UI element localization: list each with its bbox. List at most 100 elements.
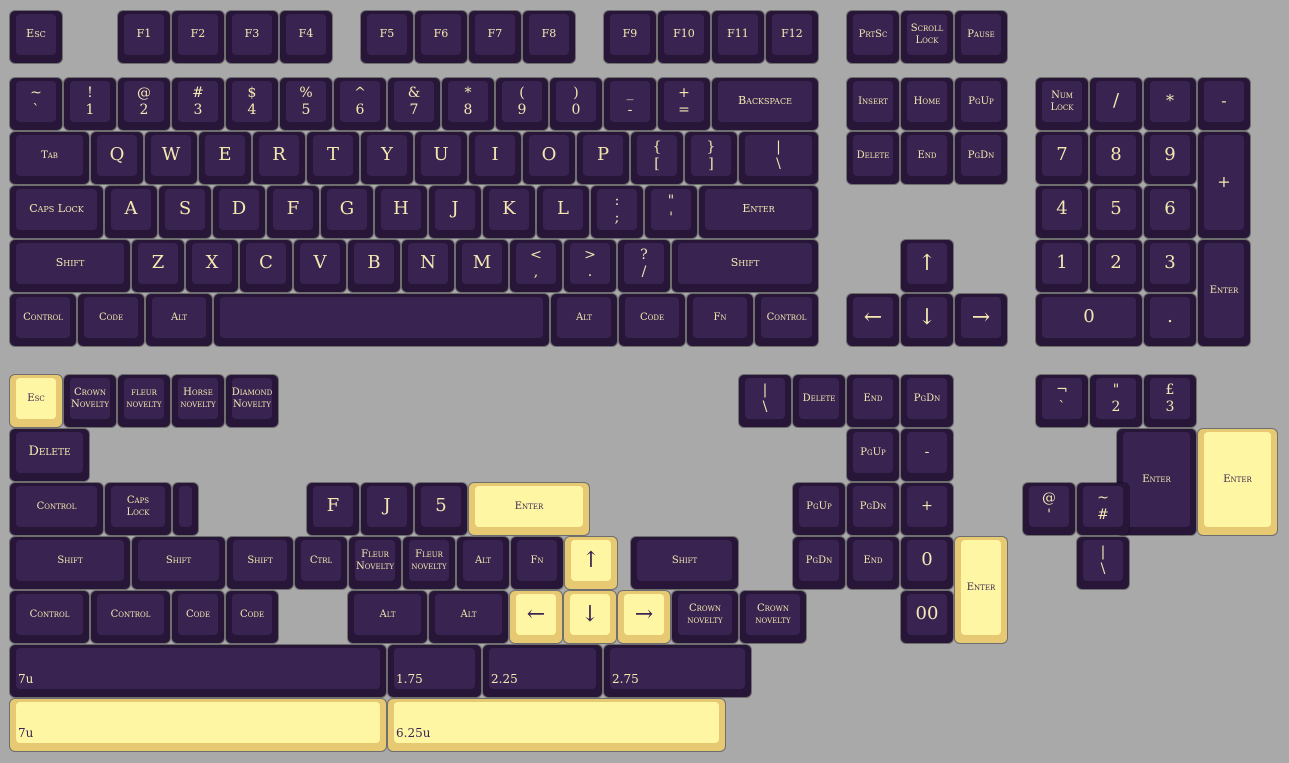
key-x-fleur-2[interactable]: Fleur Novelty [349, 537, 401, 589]
key-x-pgdn-2[interactable]: PgDn [847, 483, 899, 535]
key-kp-plus[interactable]: + [1198, 132, 1250, 238]
key-x-pgup-2[interactable]: PgUp [793, 483, 845, 535]
key-x-delete-wide[interactable]: Delete [10, 429, 89, 481]
key-lcode[interactable]: Code [78, 294, 144, 346]
key-x-delete-1[interactable]: Delete [793, 375, 845, 427]
key-x-space-7u-cream[interactable]: 7u [10, 699, 386, 751]
key-f11[interactable]: F11 [712, 11, 764, 63]
key-x-ctrl[interactable]: Ctrl [295, 537, 347, 589]
key-kp-star[interactable]: * [1144, 78, 1196, 130]
key-p[interactable]: P [577, 132, 629, 184]
key-x-diamond-1[interactable]: Diamond Novelty [226, 375, 278, 427]
key-x-minus-1[interactable]: - [901, 429, 953, 481]
key-insert[interactable]: Insert [847, 78, 899, 130]
key-3[interactable]: #3 [172, 78, 224, 130]
key-lbrace[interactable]: {[ [631, 132, 683, 184]
key-kp-8[interactable]: 8 [1090, 132, 1142, 184]
key-x-pgdn-3[interactable]: PgDn [793, 537, 845, 589]
key-semicolon[interactable]: :; [591, 186, 643, 238]
key-tab[interactable]: Tab [10, 132, 89, 184]
key-grave[interactable]: ~ ` [10, 78, 62, 130]
key-x-shift-1[interactable]: Shift [10, 537, 130, 589]
key-1[interactable]: ! 1 [64, 78, 116, 130]
key-kp-7[interactable]: 7 [1036, 132, 1088, 184]
key-x-space-175[interactable]: 1.75 [388, 645, 481, 697]
key-kp-slash[interactable]: / [1090, 78, 1142, 130]
key-6[interactable]: ^ 6 [334, 78, 386, 130]
key-4[interactable]: $4 [226, 78, 278, 130]
key-kp-3[interactable]: 3 [1144, 240, 1196, 292]
key-f5[interactable]: F5 [361, 11, 413, 63]
key-x-at[interactable]: @ ' [1023, 483, 1075, 535]
key-x-fleur-3[interactable]: Fleur novelty [403, 537, 455, 589]
key-arrow-down[interactable]: ↓ [901, 294, 953, 346]
key-arrow-left[interactable]: ← [847, 294, 899, 346]
key-kp-4[interactable]: 4 [1036, 186, 1088, 238]
key-x-fn[interactable]: Fn [511, 537, 563, 589]
key-rbrace[interactable]: }] [685, 132, 737, 184]
key-x-esc[interactable]: Esc [10, 375, 62, 427]
key-x-shift-3[interactable]: Shift [227, 537, 293, 589]
key-comma[interactable]: <, [510, 240, 562, 292]
key-f4[interactable]: F4 [280, 11, 332, 63]
key-x-arrow-down[interactable]: ↓ [564, 591, 616, 643]
key-x-j[interactable]: J [361, 483, 413, 535]
key-kp-0[interactable]: 0 [1036, 294, 1142, 346]
key-arrow-up[interactable]: ↑ [901, 240, 953, 292]
key-space[interactable] [214, 294, 549, 346]
key-quote[interactable]: " ' [645, 186, 697, 238]
key-x-enter-tall-cream[interactable]: Enter [955, 537, 1007, 643]
key-x-alt-1[interactable]: Alt [457, 537, 509, 589]
key-equals[interactable]: + = [658, 78, 710, 130]
key-ralt[interactable]: Alt [551, 294, 617, 346]
key-y[interactable]: Y [361, 132, 413, 184]
key-s[interactable]: S [159, 186, 211, 238]
key-caps-lock[interactable]: Caps Lock [10, 186, 103, 238]
key-x-not[interactable]: ¬ ` [1036, 375, 1088, 427]
key-rcode[interactable]: Code [619, 294, 685, 346]
key-f6[interactable]: F6 [415, 11, 467, 63]
key-u[interactable]: U [415, 132, 467, 184]
key-x-enter-cream[interactable]: Enter [469, 483, 589, 535]
key-f12[interactable]: F12 [766, 11, 818, 63]
key-c[interactable]: C [240, 240, 292, 292]
key-kp-1[interactable]: 1 [1036, 240, 1088, 292]
key-arrow-right[interactable]: → [955, 294, 1007, 346]
key-x-horse-1[interactable]: Horse novelty [172, 375, 224, 427]
key-f2[interactable]: F2 [172, 11, 224, 63]
key-0[interactable]: ) 0 [550, 78, 602, 130]
key-h[interactable]: H [375, 186, 427, 238]
key-pause[interactable]: Pause [955, 11, 1007, 63]
key-x-pgup-1[interactable]: PgUp [847, 429, 899, 481]
key-x-end-1[interactable]: End [847, 375, 899, 427]
key-f8[interactable]: F8 [523, 11, 575, 63]
key-w[interactable]: W [145, 132, 197, 184]
key-x-0[interactable]: 0 [901, 537, 953, 589]
key-kp-2[interactable]: 2 [1090, 240, 1142, 292]
key-minus[interactable]: _ - [604, 78, 656, 130]
key-x[interactable]: X [186, 240, 238, 292]
key-backspace[interactable]: Backspace [712, 78, 818, 130]
key-rshift[interactable]: Shift [672, 240, 818, 292]
key-kp-9[interactable]: 9 [1144, 132, 1196, 184]
key-l[interactable]: L [537, 186, 589, 238]
key-esc[interactable]: Esc [10, 11, 62, 63]
key-d[interactable]: D [213, 186, 265, 238]
key-kp-6[interactable]: 6 [1144, 186, 1196, 238]
key-x-space-7u-dark[interactable]: 7u [10, 645, 386, 697]
key-f10[interactable]: F10 [658, 11, 710, 63]
key-x-plus-1[interactable]: + [901, 483, 953, 535]
key-b[interactable]: B [348, 240, 400, 292]
key-lcontrol[interactable]: Control [10, 294, 76, 346]
key-lshift[interactable]: Shift [10, 240, 130, 292]
key-i[interactable]: I [469, 132, 521, 184]
key-x-control-1[interactable]: Control [10, 483, 103, 535]
key-x-shift-2[interactable]: Shift [132, 537, 225, 589]
key-n[interactable]: N [402, 240, 454, 292]
key-x-pgdn-1[interactable]: PgDn [901, 375, 953, 427]
key-home[interactable]: Home [901, 78, 953, 130]
key-x-00[interactable]: 00 [901, 591, 953, 643]
key-x-arrow-up[interactable]: ↑ [565, 537, 617, 589]
key-x-alt-2[interactable]: Alt [348, 591, 427, 643]
key-o[interactable]: O [523, 132, 575, 184]
